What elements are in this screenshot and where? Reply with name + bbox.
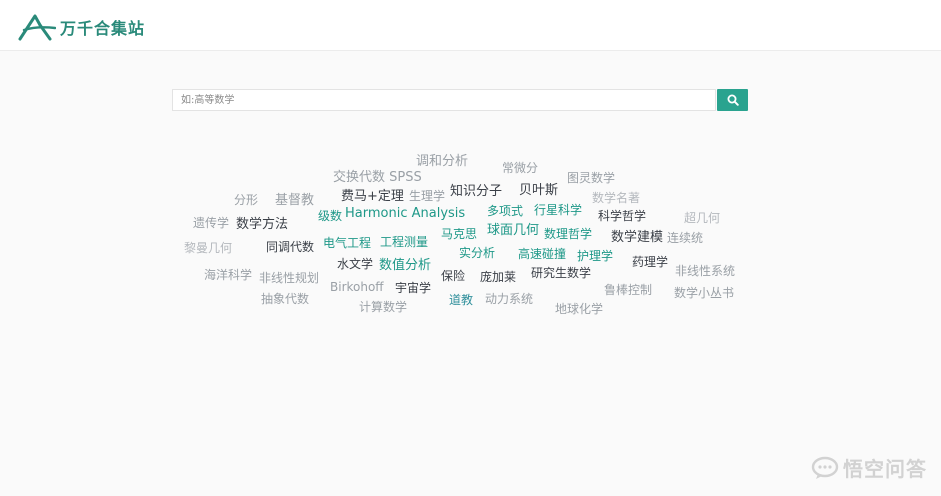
tag-item[interactable]: 数理哲学 bbox=[544, 228, 592, 240]
tag-item[interactable]: 分形 bbox=[234, 194, 258, 206]
tag-item[interactable]: 抽象代数 bbox=[261, 293, 309, 305]
tag-item[interactable]: 宇宙学 bbox=[395, 282, 431, 294]
tag-item[interactable]: 遗传学 bbox=[193, 217, 229, 229]
tag-item[interactable]: 基督教 bbox=[275, 194, 314, 207]
watermark: 悟空问答 bbox=[811, 453, 927, 482]
tag-item[interactable]: 多项式 bbox=[487, 205, 523, 217]
tag-item[interactable]: 保险 bbox=[441, 270, 465, 282]
tag-item[interactable]: 知识分子 bbox=[450, 185, 502, 198]
tag-cloud: 调和分析 常微分 交换代数 SPSS 图灵数学 分形 基督教 费马+定理 生理学… bbox=[0, 0, 941, 496]
tag-item[interactable]: 非线性系统 bbox=[675, 265, 735, 277]
tag-item[interactable]: 球面几何 bbox=[487, 224, 539, 237]
tag-item[interactable]: 药理学 bbox=[632, 256, 668, 268]
search-bar bbox=[172, 89, 748, 111]
speech-bubble-icon bbox=[811, 456, 839, 479]
tag-item[interactable]: 级数 bbox=[318, 210, 342, 222]
tag-item[interactable]: 高速碰撞 bbox=[518, 248, 566, 260]
tag-item[interactable]: 地球化学 bbox=[555, 303, 603, 315]
tag-item[interactable]: 数学小丛书 bbox=[674, 287, 734, 299]
tag-item[interactable]: 生理学 bbox=[409, 190, 445, 202]
search-input[interactable] bbox=[172, 89, 716, 111]
logo-mark-icon bbox=[18, 14, 56, 41]
tag-item[interactable]: 黎曼几何 bbox=[184, 242, 232, 254]
tag-item[interactable]: 工程测量 bbox=[380, 236, 428, 248]
tag-item[interactable]: 图灵数学 bbox=[567, 172, 615, 184]
tag-item[interactable]: 动力系统 bbox=[485, 293, 533, 305]
tag-item[interactable]: 实分析 bbox=[459, 247, 495, 259]
tag-item[interactable]: 科学哲学 bbox=[598, 210, 646, 222]
search-button[interactable] bbox=[717, 89, 748, 111]
tag-item[interactable]: 超几何 bbox=[684, 212, 720, 224]
tag-item[interactable]: 常微分 bbox=[502, 162, 538, 174]
tag-item[interactable]: Harmonic Analysis bbox=[345, 207, 465, 220]
tag-item[interactable]: 研究生数学 bbox=[531, 267, 591, 279]
tag-item[interactable]: 电气工程 bbox=[323, 237, 371, 249]
tag-item[interactable]: 行星科学 bbox=[534, 204, 582, 216]
watermark-text: 悟空问答 bbox=[843, 457, 927, 481]
tag-item[interactable]: 道教 bbox=[449, 294, 473, 306]
search-icon bbox=[727, 94, 739, 106]
tag-item[interactable]: 护理学 bbox=[577, 250, 613, 262]
tag-item[interactable]: 贝叶斯 bbox=[519, 184, 558, 197]
logo-text: 万千合集站 bbox=[60, 19, 146, 38]
tag-item[interactable]: 交换代数 SPSS bbox=[333, 171, 422, 184]
tag-item[interactable]: 水文学 bbox=[337, 258, 373, 270]
tag-item[interactable]: 鲁棒控制 bbox=[604, 284, 652, 296]
tag-item[interactable]: 同调代数 bbox=[266, 241, 314, 253]
top-bar: 万千合集站 bbox=[0, 0, 941, 51]
tag-item[interactable]: 马克思 bbox=[441, 228, 477, 240]
tag-item[interactable]: 数学建模 bbox=[611, 231, 663, 244]
site-logo[interactable]: 万千合集站 bbox=[18, 12, 145, 42]
tag-item[interactable]: 数值分析 bbox=[379, 259, 431, 272]
tag-item[interactable]: 计算数学 bbox=[359, 301, 407, 313]
tag-item[interactable]: Birkohoff bbox=[330, 281, 384, 293]
tag-item[interactable]: 连续统 bbox=[667, 232, 703, 244]
tag-item[interactable]: 数学名著 bbox=[592, 192, 640, 204]
tag-item[interactable]: 庞加莱 bbox=[480, 271, 516, 283]
tag-item[interactable]: 非线性规划 bbox=[259, 272, 319, 284]
tag-item[interactable]: 调和分析 bbox=[416, 155, 468, 168]
tag-item[interactable]: 费马+定理 bbox=[341, 190, 404, 203]
tag-item[interactable]: 海洋科学 bbox=[204, 269, 252, 281]
tag-item[interactable]: 数学方法 bbox=[236, 218, 288, 231]
